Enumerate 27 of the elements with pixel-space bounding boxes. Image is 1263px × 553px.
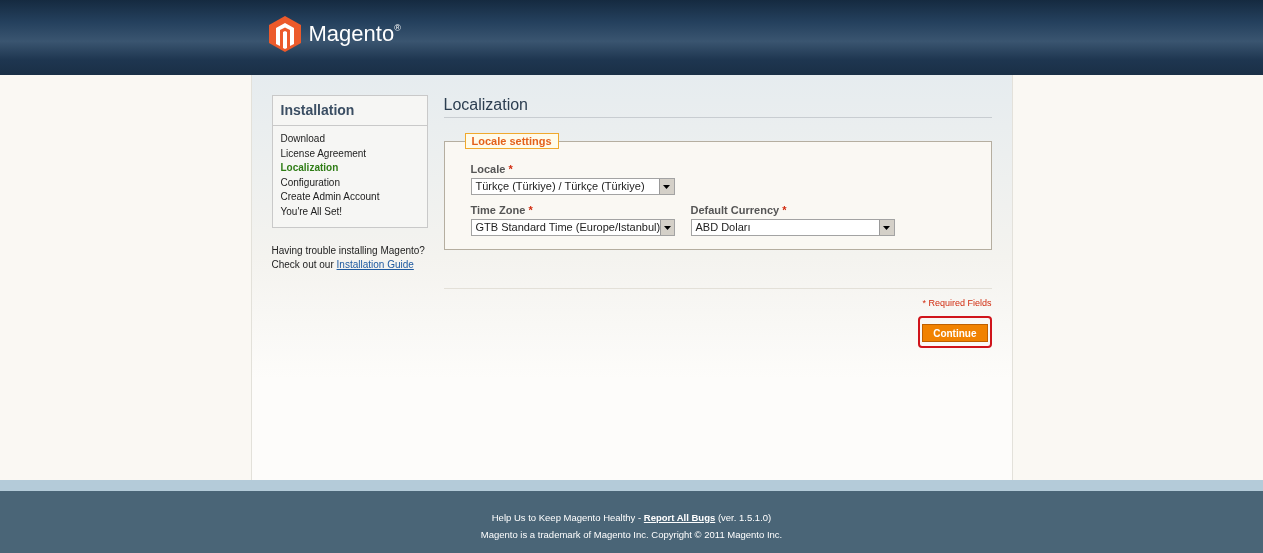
field-label: Locale * — [470, 162, 514, 176]
step-item: You're All Set! — [280, 204, 344, 219]
required-note: * Required Fields — [922, 297, 992, 310]
step-item: Configuration — [280, 175, 341, 190]
footer-text: Help Us to Keep Magento Healthy - Report All Bugs (ver. 1.5.1.0) — [491, 511, 772, 525]
step-item: Download — [280, 132, 326, 146]
caret-icon — [660, 220, 674, 235]
help-text: Having trouble installing Magento? — [271, 244, 426, 258]
fieldset-legend: Locale settings — [464, 133, 559, 149]
step-item: Localization — [280, 161, 340, 175]
logo-icon — [268, 15, 301, 52]
help-text: Check out our Installation Guide — [271, 258, 415, 272]
caret-icon — [658, 179, 674, 194]
dropdown-field[interactable]: GTB Standard Time (Europe/Istanbul) — [470, 219, 675, 236]
report-bugs-link[interactable]: Report All Bugs — [643, 512, 716, 523]
step-item: Create Admin Account — [280, 190, 381, 204]
caret-icon — [878, 220, 894, 235]
page-title: Localization — [443, 95, 992, 118]
field-label: Default Currency * — [690, 203, 788, 217]
sidebar-title: Installation — [272, 96, 427, 126]
dropdown-field[interactable]: Türkçe (Türkiye) / Türkçe (Türkiye) — [470, 178, 675, 195]
installation-guide-link[interactable]: Installation Guide — [336, 259, 414, 270]
step-item: License Agreement — [280, 146, 368, 161]
dropdown-field[interactable]: ABD Doları — [690, 219, 895, 236]
footer-text: Magento is a trademark of Magento Inc. Copyright © 2011 Magento Inc. — [480, 528, 783, 543]
field-label: Time Zone * — [470, 203, 534, 217]
logo-text: Magento® — [308, 19, 401, 48]
